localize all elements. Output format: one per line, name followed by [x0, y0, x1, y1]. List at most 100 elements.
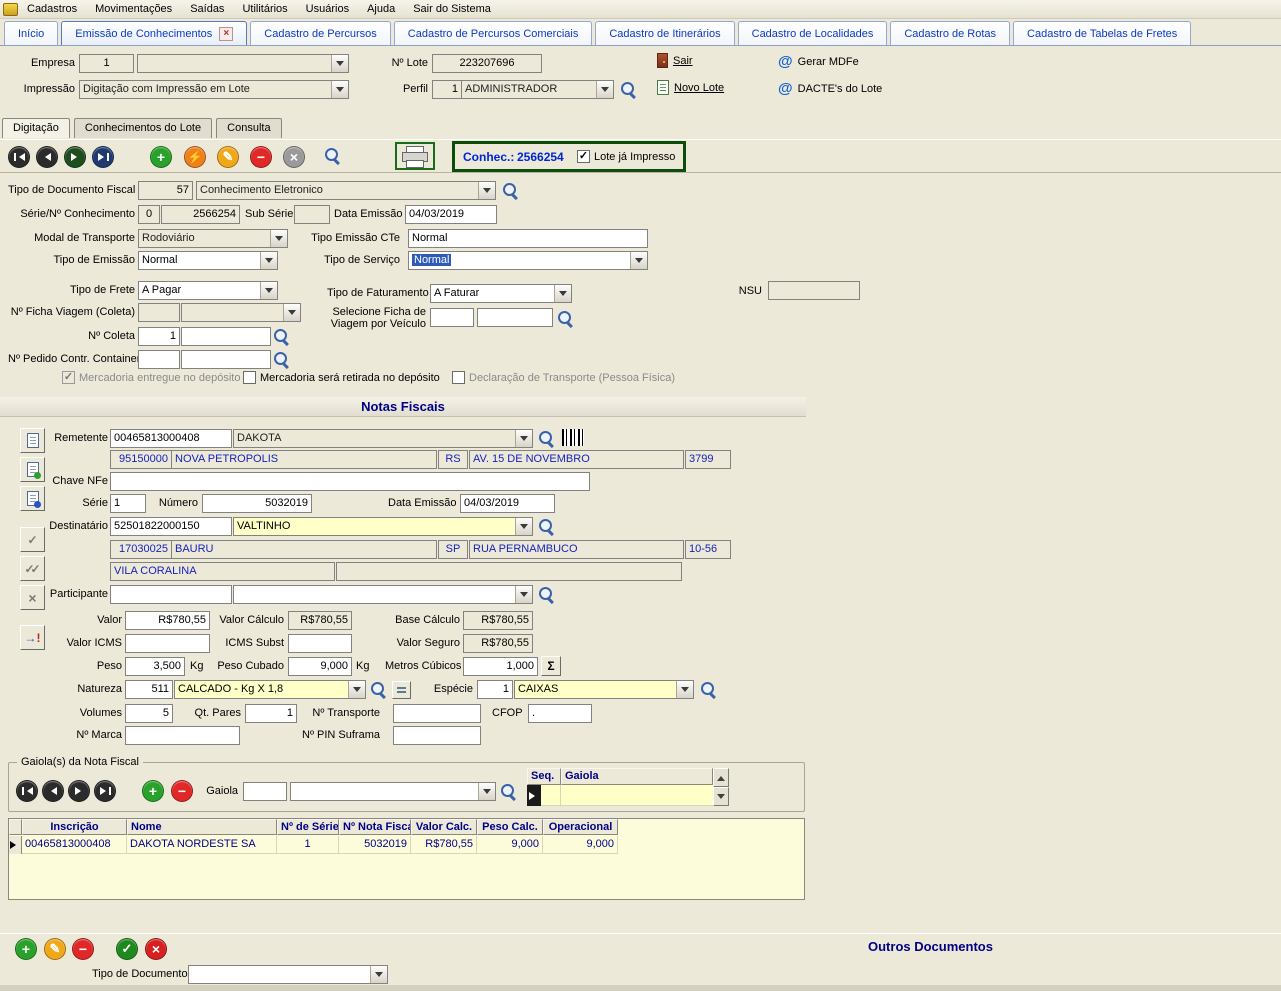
destinatario-doc-field[interactable]: 52501822000150 [110, 517, 232, 536]
gaiola-nav-prior-button[interactable] [42, 780, 64, 802]
grid-cell-nome[interactable]: DAKOTA NORDESTE SA [127, 836, 277, 854]
new-nota-button[interactable] [20, 428, 45, 453]
gaiola-seq-cell[interactable] [541, 785, 561, 806]
menu-item-movimentacoes[interactable]: Movimentações [86, 3, 181, 15]
gaiola-gaiola-header[interactable]: Gaiola [561, 768, 713, 785]
grid-header-nome[interactable]: Nome [127, 819, 277, 835]
gaiola-delete-button[interactable]: − [171, 780, 193, 802]
grid-header-valor-calc[interactable]: Valor Calc. [411, 819, 477, 835]
grid-cell-n-nota[interactable]: 5032019 [339, 836, 411, 854]
pin-suframa-field[interactable] [393, 726, 481, 745]
outros-cancel-button[interactable]: × [145, 938, 167, 960]
tipo-frete-combo[interactable]: A Pagar [138, 281, 278, 300]
transfer-nota-button[interactable]: →! [20, 625, 45, 650]
tipo-emissao-combo[interactable]: Normal [138, 251, 278, 270]
participante-combo[interactable] [233, 585, 533, 604]
icms-subst-field[interactable] [288, 634, 352, 653]
gaiola-value-cell[interactable] [561, 785, 713, 806]
grid-header-n-nota[interactable]: Nº Nota Fiscal [339, 819, 411, 835]
cancel-record-button[interactable]: × [283, 146, 305, 168]
outros-confirm-button[interactable]: ✓ [116, 938, 138, 960]
gaiola-nav-next-button[interactable] [68, 780, 90, 802]
dacte-button[interactable]: @ DACTE's do Lote [778, 81, 882, 96]
grid-header-peso-calc[interactable]: Peso Calc. [477, 819, 543, 835]
menu-item-utilitarios[interactable]: Utilitários [233, 3, 296, 15]
grid-cell-inscricao[interactable]: 00465813000408 [22, 836, 127, 854]
tab-cadastro-de-localidades[interactable]: Cadastro de Localidades [738, 21, 888, 45]
gaiola-code-field[interactable] [243, 782, 287, 801]
ficha-veiculo-field[interactable] [477, 308, 553, 327]
sum-button[interactable]: Σ [541, 656, 561, 676]
gaiola-combo[interactable] [290, 782, 496, 801]
qt-pares-field[interactable]: 1 [245, 704, 297, 723]
cfop-field[interactable]: . [528, 704, 592, 723]
outros-delete-button[interactable]: − [72, 938, 94, 960]
nav-next-button[interactable] [64, 146, 86, 168]
tipo-servico-combo[interactable]: Normal [408, 251, 648, 270]
grid-header-n-serie[interactable]: Nº de Série [277, 819, 339, 835]
peso-field[interactable]: 3,500 [125, 657, 185, 676]
natureza-search-icon[interactable] [370, 681, 388, 699]
participante-search-icon[interactable] [538, 586, 556, 604]
menu-item-sair-do-sistema[interactable]: Sair do Sistema [404, 3, 500, 15]
especie-search-icon[interactable] [700, 681, 718, 699]
nota-serie-field[interactable]: 1 [110, 494, 146, 513]
gaiola-scroll-down-button[interactable] [713, 787, 729, 806]
transporte-field[interactable] [393, 704, 481, 723]
especie-code-field[interactable]: 1 [477, 680, 513, 699]
gaiola-search-icon[interactable] [500, 783, 518, 801]
natureza-detail-button[interactable] [392, 681, 411, 699]
subtab-conhecimentos-do-lote[interactable]: Conhecimentos do Lote [74, 118, 212, 138]
mercadoria-retirada-checkbox[interactable] [243, 371, 256, 384]
grid-cell-operacional[interactable]: 9,000 [543, 836, 618, 854]
remetente-doc-field[interactable]: 00465813000408 [110, 429, 232, 448]
pedido-desc-field[interactable] [181, 350, 271, 369]
valor-field[interactable]: R$780,55 [125, 611, 210, 630]
tipo-faturamento-combo[interactable]: A Faturar [430, 284, 572, 303]
menu-item-cadastros[interactable]: Cadastros [18, 3, 86, 15]
tab-cadastro-de-percursos[interactable]: Cadastro de Percursos [250, 21, 391, 45]
add-record-button[interactable]: + [150, 146, 172, 168]
marca-field[interactable] [125, 726, 240, 745]
sair-button[interactable]: Sair [657, 53, 693, 68]
print-button[interactable] [395, 142, 435, 170]
gaiola-scroll-up-button[interactable] [713, 768, 729, 787]
pedido-num-field[interactable] [138, 350, 180, 369]
tab-cadastro-de-rotas[interactable]: Cadastro de Rotas [890, 21, 1010, 45]
gaiola-seq-header[interactable]: Seq. [527, 768, 561, 785]
ficha-veiculo-search-icon[interactable] [557, 310, 575, 328]
subtab-digitacao[interactable]: Digitação [2, 118, 70, 138]
edit-record-button[interactable]: ✎ [217, 146, 239, 168]
search-record-icon[interactable] [324, 147, 342, 165]
nota-numero-field[interactable]: 5032019 [202, 494, 312, 513]
gaiola-add-button[interactable]: + [142, 780, 164, 802]
outros-edit-button[interactable]: ✎ [44, 938, 66, 960]
perfil-search-icon[interactable] [620, 81, 638, 99]
nota-data-emissao-field[interactable]: 04/03/2019 [460, 494, 555, 513]
confirm-all-notas-button[interactable]: ✓✓ [20, 556, 45, 581]
tipo-doc-search-icon[interactable] [502, 182, 520, 200]
outros-add-button[interactable]: + [15, 938, 37, 960]
gerar-mdfe-button[interactable]: @ Gerar MDFe [778, 54, 859, 69]
grid-header-inscricao[interactable]: Inscrição [22, 819, 127, 835]
nav-first-button[interactable] [8, 146, 30, 168]
destinatario-combo[interactable]: VALTINHO [233, 517, 533, 536]
volumes-field[interactable]: 5 [125, 704, 173, 723]
natureza-combo[interactable]: CALCADO - Kg X 1,8 [174, 680, 366, 699]
grid-cell-valor-calc[interactable]: R$780,55 [411, 836, 477, 854]
pedido-search-icon[interactable] [273, 351, 291, 369]
grid-cell-peso-calc[interactable]: 9,000 [477, 836, 543, 854]
menu-item-saidas[interactable]: Saídas [181, 3, 233, 15]
destinatario-search-icon[interactable] [538, 518, 556, 536]
post-record-button[interactable]: ⚡ [184, 146, 206, 168]
barcode-icon[interactable] [562, 429, 584, 446]
nav-prior-button[interactable] [36, 146, 58, 168]
participante-doc-field[interactable] [110, 585, 232, 604]
ficha-veiculo-num-field[interactable] [430, 308, 474, 327]
copy-nota-button[interactable] [20, 486, 45, 511]
metros-cubicos-field[interactable]: 1,000 [463, 657, 538, 676]
grid-header-operacional[interactable]: Operacional [543, 819, 618, 835]
coleta-desc-field[interactable] [181, 327, 271, 346]
import-nota-button[interactable] [20, 457, 45, 482]
lote-impresso-checkbox[interactable]: ✓ [577, 150, 590, 163]
